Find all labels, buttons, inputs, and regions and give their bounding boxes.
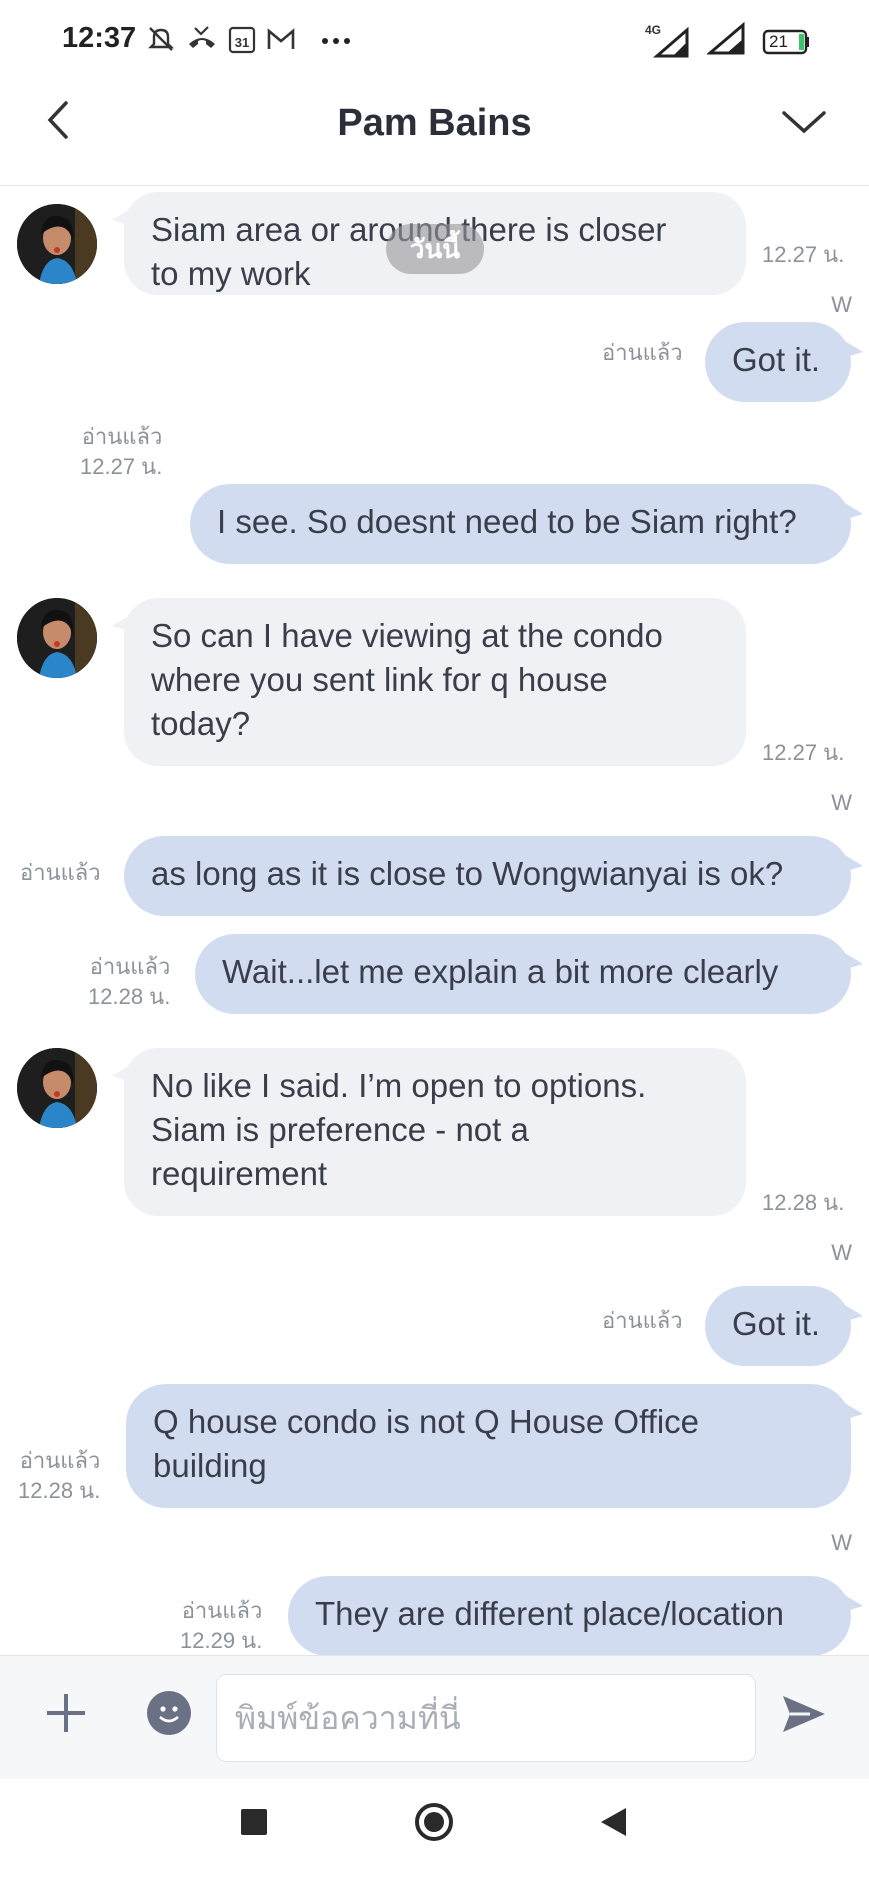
message-text: Got it. <box>732 341 821 378</box>
system-nav-bar <box>0 1779 869 1883</box>
message-bubble-outgoing[interactable]: Q house condo is not Q House Office buil… <box>126 1384 863 1508</box>
calendar-icon: 31 <box>228 24 256 59</box>
message-bubble-outgoing[interactable]: I see. So doesnt need to be Siam right? <box>190 484 863 564</box>
date-separator: วันนี้ <box>386 224 484 274</box>
battery-icon: 21 <box>761 29 811 55</box>
contact-avatar[interactable] <box>17 1048 97 1128</box>
contact-name: Pam Bains <box>337 102 532 144</box>
message-text: where you sent link for q house <box>151 661 608 698</box>
status-icons-left: 31 <box>146 24 352 59</box>
missed-call-icon <box>186 24 218 59</box>
sender-mark: W <box>831 292 852 317</box>
calendar-day: 31 <box>235 35 249 50</box>
message-text: So can I have viewing at the condo <box>151 617 663 654</box>
message-bubble-outgoing[interactable]: as long as it is close to Wongwianyai is… <box>124 836 863 916</box>
emoji-button[interactable] <box>147 1691 191 1735</box>
chevron-down-icon <box>782 111 826 134</box>
message-text: They are different place/location <box>315 1595 785 1632</box>
message-text: I see. So doesnt need to be Siam right? <box>217 503 797 540</box>
contact-avatar[interactable] <box>17 598 97 678</box>
signal-icon <box>705 21 747 61</box>
message-text: requirement <box>151 1155 328 1192</box>
signal-4g-icon: 4G <box>643 23 693 59</box>
send-button[interactable] <box>780 1692 828 1736</box>
back-triangle-icon <box>601 1808 626 1836</box>
message-text: No like I said. I’m open to options. <box>151 1067 647 1104</box>
smiley-icon <box>159 1706 179 1723</box>
message-read-status: อ่านแล้ว 12.28 น. <box>18 1448 101 1503</box>
message-text: building <box>153 1447 267 1484</box>
plus-icon <box>47 1694 85 1732</box>
recent-apps-button[interactable] <box>241 1809 267 1835</box>
add-attachment-button[interactable] <box>44 1691 88 1735</box>
message-read-status: อ่านแล้ว <box>20 860 101 885</box>
message-read-status: อ่านแล้ว <box>602 1308 683 1333</box>
more-dots-icon <box>320 33 352 51</box>
message-time: 12.27 น. <box>762 242 845 267</box>
message-input-bar <box>0 1655 869 1779</box>
message-time: 12.27 น. <box>762 740 845 765</box>
silent-icon <box>146 24 176 59</box>
status-bar: 12:37 31 4G 21 <box>0 0 869 80</box>
message-read-status: อ่านแล้ว <box>602 340 683 365</box>
message-input[interactable] <box>216 1674 756 1762</box>
chat-header: Pam Bains <box>0 80 869 186</box>
message-read-status: อ่านแล้ว 12.29 น. <box>180 1598 263 1653</box>
status-icons-right: 4G 21 <box>643 21 811 61</box>
message-text: Got it. <box>732 1305 821 1342</box>
menu-dropdown-button[interactable] <box>777 100 831 150</box>
battery-level: 21 <box>769 31 788 51</box>
sender-mark: W <box>831 790 852 815</box>
system-back-button[interactable] <box>597 1805 629 1839</box>
contact-avatar[interactable] <box>17 204 97 284</box>
sender-mark: W <box>831 1530 852 1555</box>
message-list[interactable]: Siam area or around there is closer to m… <box>0 188 869 1655</box>
gmail-icon <box>266 26 296 57</box>
message-read-status: อ่านแล้ว 12.27 น. <box>80 424 163 479</box>
send-icon <box>783 1696 825 1732</box>
message-text: today? <box>151 705 251 742</box>
message-read-status: อ่านแล้ว 12.28 น. <box>88 954 171 1009</box>
status-time: 12:37 <box>62 22 137 54</box>
message-text: Wait...let me explain a bit more clearly <box>222 953 779 990</box>
message-text: as long as it is close to Wongwianyai is… <box>151 855 784 892</box>
message-time: 12.28 น. <box>762 1190 845 1215</box>
message-bubble-outgoing[interactable]: They are different place/location <box>288 1576 863 1655</box>
message-bubble-outgoing[interactable]: Wait...let me explain a bit more clearly <box>195 934 863 1014</box>
sender-mark: W <box>831 1240 852 1265</box>
message-bubble-outgoing[interactable]: Got it. <box>705 1286 863 1366</box>
home-button[interactable] <box>414 1802 454 1842</box>
message-text: Q house condo is not Q House Office <box>153 1403 700 1440</box>
message-bubble-incoming[interactable]: So can I have viewing at the condo where… <box>112 598 746 766</box>
message-bubble-incoming[interactable]: No like I said. I’m open to options. Sia… <box>112 1048 746 1216</box>
home-circle-icon <box>415 1803 453 1841</box>
message-bubble-outgoing[interactable]: Got it. <box>705 322 863 402</box>
message-text: Siam is preference - not a <box>151 1111 529 1148</box>
